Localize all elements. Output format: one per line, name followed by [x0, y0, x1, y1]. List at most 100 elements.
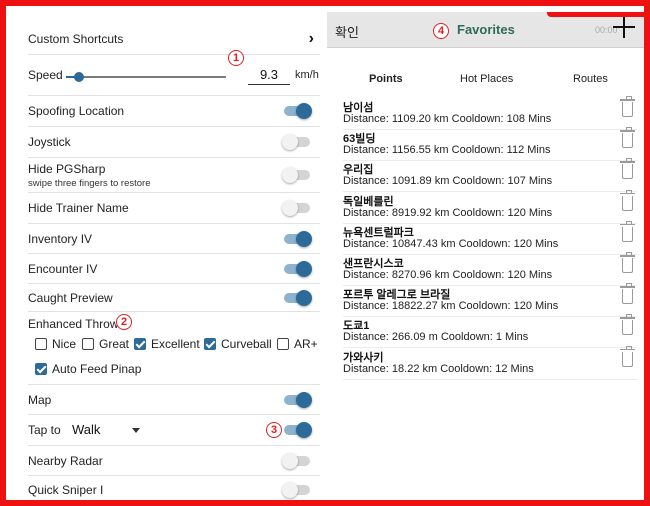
chevron-right-icon: ›	[308, 30, 314, 47]
throw-excellent-label: Excellent	[151, 337, 200, 351]
quick-sniper-row: Quick Sniper I	[28, 476, 320, 500]
annotation-2: 2	[116, 314, 132, 330]
hide-pgsharp-label: Hide PGSharp	[28, 161, 106, 176]
joystick-label: Joystick	[28, 135, 71, 149]
throw-great-label: Great	[99, 337, 130, 351]
inventory-iv-row: Inventory IV	[28, 224, 320, 254]
encounter-iv-row: Encounter IV	[28, 254, 320, 284]
favorites-header: 확인 4 Favorites 00:00	[327, 12, 644, 48]
speed-input[interactable]: 9.3	[248, 67, 290, 85]
checkbox-unchecked-icon	[277, 338, 289, 350]
favorite-item[interactable]: 남이섬 Distance: 1109.20 km Cooldown: 108 Mi…	[343, 96, 637, 130]
checkbox-unchecked-icon	[35, 338, 47, 350]
favorite-detail: Distance: 1109.20 km Cooldown: 108 Mins	[343, 113, 552, 125]
hide-pgsharp-row: Hide PGSharp swipe three fingers to rest…	[28, 158, 320, 193]
checkbox-checked-icon	[204, 338, 216, 350]
trash-icon[interactable]	[620, 127, 635, 149]
inventory-iv-label: Inventory IV	[28, 231, 93, 246]
map-toggle[interactable]	[282, 391, 312, 408]
custom-shortcuts-row[interactable]: Custom Shortcuts ›	[28, 24, 320, 55]
throw-ar-plus-checkbox[interactable]: AR+	[277, 337, 318, 351]
favorite-detail: Distance: 266.09 m Cooldown: 1 Mins	[343, 331, 529, 344]
trash-icon[interactable]	[620, 96, 635, 117]
hide-trainer-name-label: Hide Trainer Name	[28, 201, 129, 215]
tap-to-toggle[interactable]	[282, 422, 312, 438]
map-row: Map	[28, 385, 320, 415]
hide-pgsharp-toggle[interactable]	[282, 167, 312, 183]
speed-slider[interactable]	[66, 72, 226, 82]
caught-preview-row: Caught Preview	[28, 284, 320, 312]
auto-feed-pinap-label: Auto Feed Pinap	[52, 362, 142, 376]
favorite-item[interactable]: 포르투 알레그로 브라질 Distance: 18822.27 km Cooldo…	[343, 283, 637, 318]
speed-unit: km/h	[295, 69, 319, 81]
trash-icon[interactable]	[620, 220, 635, 242]
favorite-detail: Distance: 1091.89 km Cooldown: 107 Mins	[343, 175, 553, 188]
hide-trainer-name-toggle[interactable]	[282, 200, 312, 216]
favorite-item[interactable]: 독일베를린 Distance: 8919.92 km Cooldown: 120 …	[343, 189, 637, 224]
throw-curveball-label: Curveball	[221, 337, 272, 351]
throw-curveball-checkbox[interactable]: Curveball	[204, 337, 272, 351]
hide-pgsharp-label-group: Hide PGSharp swipe three fingers to rest…	[28, 162, 282, 189]
favorite-detail: Distance: 8270.96 km Cooldown: 120 Mins	[343, 269, 553, 281]
quick-sniper-label: Quick Sniper I	[28, 483, 104, 497]
confirm-button[interactable]: 확인	[335, 22, 359, 41]
tap-to-label: Tap to	[28, 423, 61, 437]
caught-preview-label: Caught Preview	[28, 290, 113, 305]
favorite-detail: Distance: 10847.43 km Cooldown: 120 Mins	[343, 237, 559, 250]
trash-icon[interactable]	[620, 252, 635, 273]
throw-great-checkbox[interactable]: Great	[82, 337, 129, 351]
speed-slider-thumb[interactable]	[73, 72, 84, 82]
red-highlight-bar	[547, 12, 644, 17]
favorite-item[interactable]: 도쿄1 Distance: 266.09 m Cooldown: 1 Mins	[343, 314, 637, 349]
encounter-iv-label: Encounter IV	[28, 261, 98, 276]
favorite-item[interactable]: 샌프란시스코 Distance: 8270.96 km Cooldown: 120…	[343, 252, 637, 286]
favorite-item[interactable]: 뉴욕센트럴파크 Distance: 10847.43 km Cooldown: 1…	[343, 220, 637, 255]
spoofing-location-label: Spoofing Location	[28, 104, 125, 118]
tab-points[interactable]: Points	[369, 73, 403, 85]
checkbox-unchecked-icon	[82, 338, 94, 350]
nearby-radar-toggle[interactable]	[282, 452, 312, 469]
inventory-iv-toggle[interactable]	[282, 230, 312, 247]
checkbox-checked-icon	[35, 363, 47, 375]
favorite-detail: Distance: 18822.27 km Cooldown: 120 Mins	[343, 300, 559, 313]
favorite-item[interactable]: 우리집 Distance: 1091.89 km Cooldown: 107 Mi…	[343, 158, 637, 193]
nearby-radar-label: Nearby Radar	[28, 453, 103, 468]
favorite-detail: Distance: 8919.92 km Cooldown: 120 Mins	[343, 206, 553, 219]
hide-pgsharp-sublabel: swipe three fingers to restore	[28, 177, 151, 189]
throw-ar-plus-label: AR+	[294, 337, 318, 351]
trash-icon[interactable]	[620, 158, 635, 180]
throw-nice-checkbox[interactable]: Nice	[35, 337, 76, 351]
tap-to-dropdown[interactable]: Walk	[72, 422, 100, 437]
spoofing-location-row: Spoofing Location	[28, 96, 320, 127]
auto-feed-pinap-checkbox[interactable]: Auto Feed Pinap	[35, 362, 141, 376]
joystick-toggle[interactable]	[282, 134, 312, 150]
throw-nice-label: Nice	[52, 337, 77, 351]
map-label: Map	[28, 392, 52, 407]
tab-hot-places[interactable]: Hot Places	[460, 73, 513, 85]
trash-icon[interactable]	[620, 189, 635, 211]
throw-excellent-checkbox[interactable]: Excellent	[134, 337, 200, 351]
annotation-4: 4	[433, 23, 449, 39]
favorite-item[interactable]: 63빌딩 Distance: 1156.55 km Cooldown: 112 M…	[343, 127, 637, 162]
caught-preview-toggle[interactable]	[282, 289, 312, 306]
spoofing-location-toggle[interactable]	[282, 103, 312, 119]
screenshot-frame: Custom Shortcuts › Speed 9.3 km/h 1 Spoo…	[0, 0, 650, 506]
favorite-item[interactable]: 가와사키 Distance: 18.22 km Cooldown: 12 Mins	[343, 345, 637, 380]
joystick-row: Joystick	[28, 127, 320, 158]
trash-icon[interactable]	[620, 314, 635, 336]
favorite-detail: Distance: 18.22 km Cooldown: 12 Mins	[343, 362, 534, 375]
nearby-radar-row: Nearby Radar	[28, 446, 320, 476]
trash-icon[interactable]	[620, 345, 635, 367]
trash-icon[interactable]	[620, 283, 635, 305]
tab-routes[interactable]: Routes	[573, 73, 608, 85]
dropdown-arrow-icon[interactable]	[132, 428, 140, 433]
checkbox-checked-icon	[134, 338, 146, 350]
custom-shortcuts-label: Custom Shortcuts	[28, 32, 124, 46]
favorite-detail: Distance: 1156.55 km Cooldown: 112 Mins	[343, 144, 551, 157]
add-plus-icon[interactable]	[613, 16, 635, 38]
favorites-title: Favorites	[457, 22, 515, 37]
hide-trainer-name-row: Hide Trainer Name	[28, 193, 320, 224]
quick-sniper-toggle[interactable]	[282, 482, 312, 498]
encounter-iv-toggle[interactable]	[282, 260, 312, 277]
enhanced-throw-label: Enhanced Throw	[28, 317, 119, 331]
